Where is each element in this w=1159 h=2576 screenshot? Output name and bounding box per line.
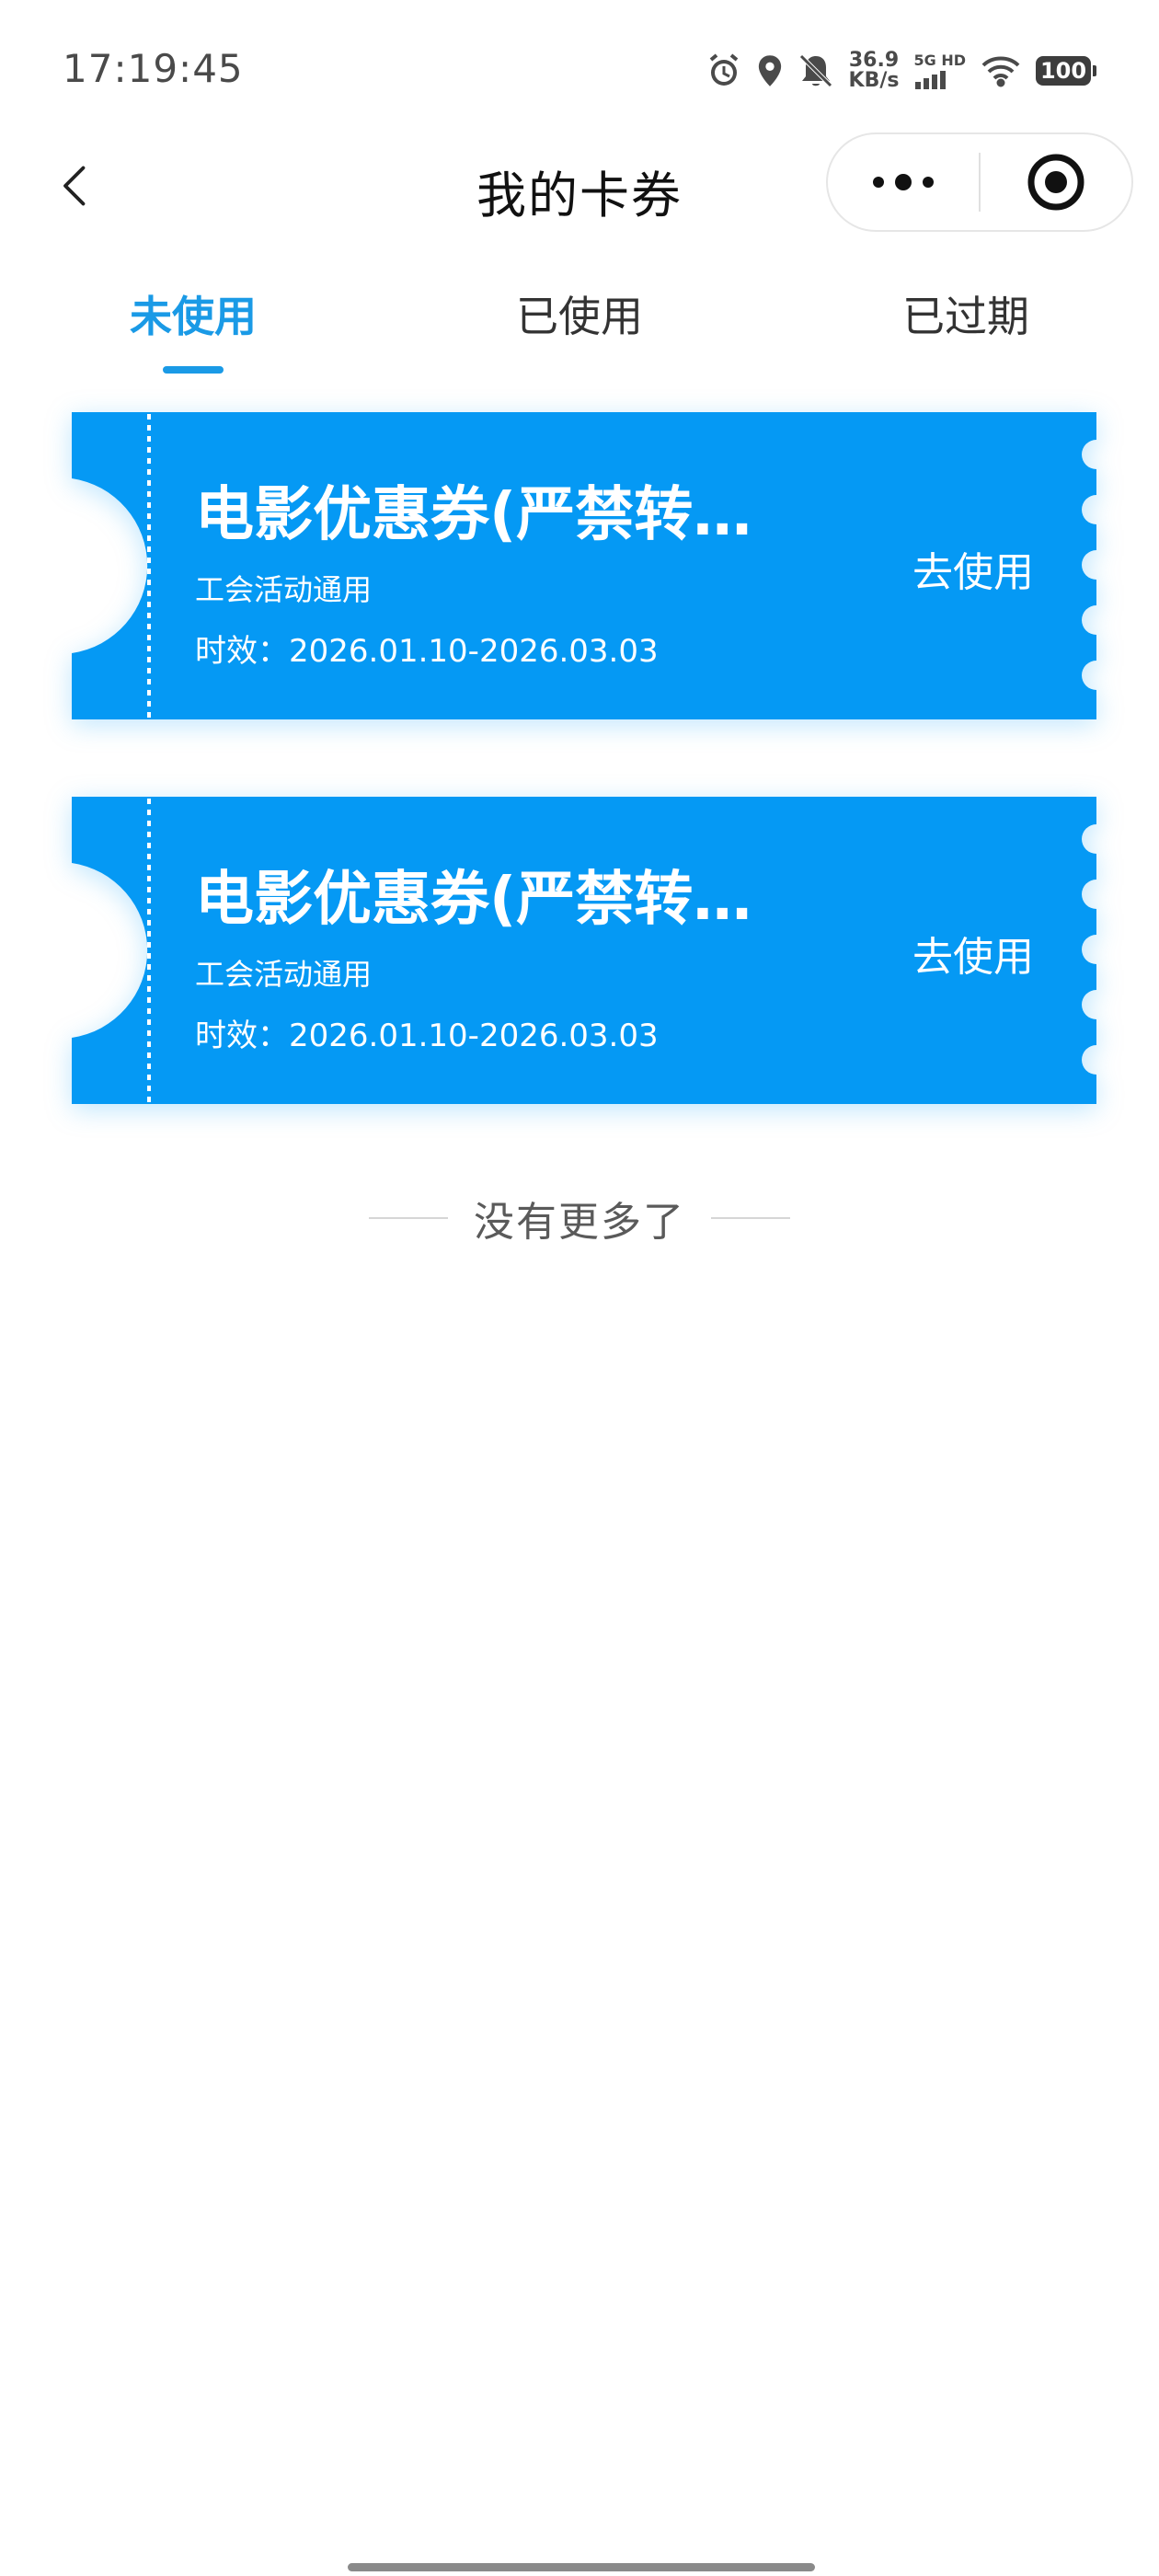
signal-bars-icon xyxy=(915,71,947,89)
network-speed-unit: KB/s xyxy=(848,69,900,92)
more-dots-icon xyxy=(873,174,934,190)
more-options-button[interactable] xyxy=(828,134,979,230)
navigation-bar: 我的卡券 xyxy=(0,129,1159,239)
tab-unused[interactable]: 未使用 xyxy=(74,283,313,344)
network-speed: 36.9 KB/s xyxy=(849,51,900,91)
no-more-text: 没有更多了 xyxy=(474,1199,685,1246)
coupon-validity: 时效：2026.01.10-2026.03.03 xyxy=(195,633,659,670)
coupon-scope: 工会活动通用 xyxy=(195,572,373,607)
coupon-status-tabs: 未使用 已使用 已过期 xyxy=(0,276,1159,377)
coupon-card[interactable]: 电影优惠券(严禁转让… 工会活动通用 时效：2026.01.10-2026.03… xyxy=(72,412,1096,719)
mute-bell-icon xyxy=(798,52,834,89)
coupon-title: 电影优惠券(严禁转让… xyxy=(195,866,793,934)
use-coupon-button[interactable]: 去使用 xyxy=(912,924,1034,983)
mini-program-capsule xyxy=(826,132,1133,232)
battery-level: 100 xyxy=(1036,56,1091,86)
status-bar: 17:19:45 36.9 KB/s 5G HD 100 xyxy=(0,0,1159,138)
network-speed-value: 36.9 xyxy=(848,49,900,72)
use-coupon-button[interactable]: 去使用 xyxy=(912,539,1034,598)
divider-line-right xyxy=(711,1217,790,1219)
alarm-icon xyxy=(706,52,742,89)
location-icon xyxy=(757,52,783,89)
coupon-card[interactable]: 电影优惠券(严禁转让… 工会活动通用 时效：2026.01.10-2026.03… xyxy=(72,797,1096,1104)
close-mini-program-button[interactable] xyxy=(981,134,1131,230)
no-more-indicator: 没有更多了 xyxy=(0,1189,1159,1248)
home-indicator[interactable] xyxy=(348,2563,815,2571)
tab-expired[interactable]: 已过期 xyxy=(846,283,1085,344)
tab-used[interactable]: 已使用 xyxy=(460,283,699,344)
coupon-validity: 时效：2026.01.10-2026.03.03 xyxy=(195,1018,659,1054)
divider-line-left xyxy=(369,1217,448,1219)
coupon-title: 电影优惠券(严禁转让… xyxy=(195,481,793,549)
signal-label: 5G HD xyxy=(913,52,966,69)
wifi-icon xyxy=(981,54,1021,87)
active-tab-indicator xyxy=(163,366,224,374)
status-icons: 36.9 KB/s 5G HD 100 xyxy=(706,48,1096,94)
battery-icon: 100 xyxy=(1036,56,1096,86)
cellular-signal: 5G HD xyxy=(913,52,966,89)
target-close-icon xyxy=(1027,154,1084,211)
status-time: 17:19:45 xyxy=(63,46,244,91)
coupon-scope: 工会活动通用 xyxy=(195,957,373,992)
